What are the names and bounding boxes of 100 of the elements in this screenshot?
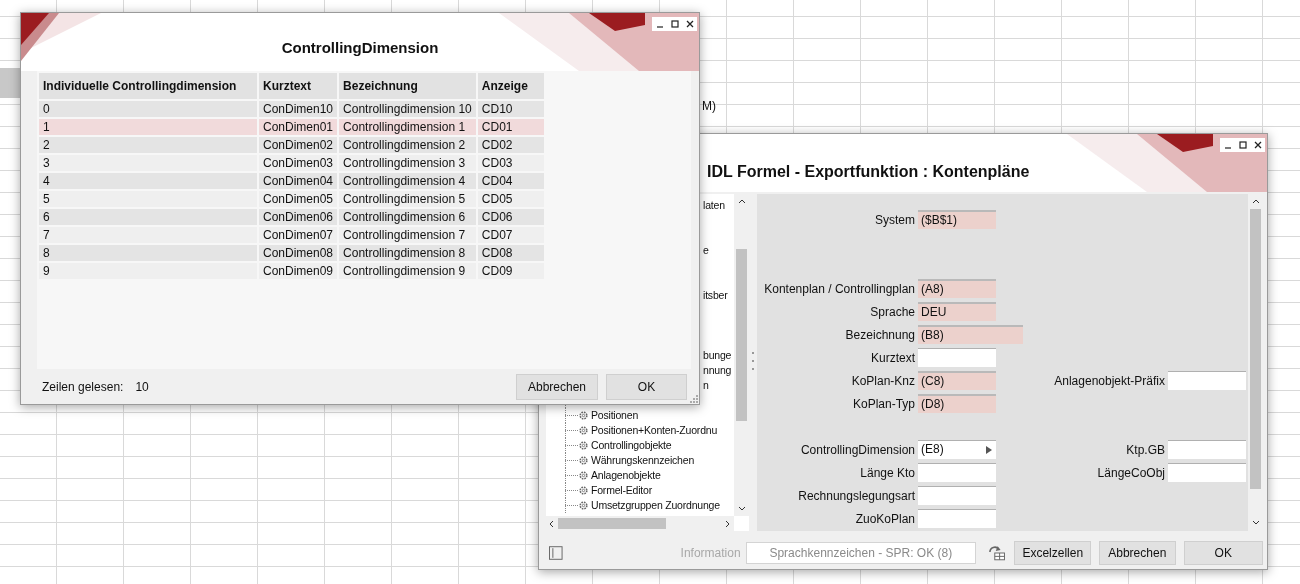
footer-button[interactable]: Abbrechen <box>1099 541 1176 565</box>
table-cell: 2 <box>39 137 257 153</box>
input-field[interactable]: (B8) <box>918 325 1023 344</box>
table-cell: CD07 <box>477 227 544 243</box>
spreadsheet-icon[interactable] <box>988 545 1006 561</box>
input-field[interactable]: DEU <box>918 302 996 321</box>
close-button[interactable] <box>682 17 697 31</box>
splitter-handle[interactable] <box>752 352 755 370</box>
table-cell: CD08 <box>477 245 544 261</box>
scrollbar[interactable] <box>546 516 734 531</box>
gear-icon <box>578 425 589 436</box>
dialog-button[interactable]: Abbrechen <box>516 374 598 400</box>
table-row[interactable]: 2 ConDimen02 Controllingdimension 2 CD02 <box>39 137 544 153</box>
tree-item[interactable]: n <box>703 378 709 393</box>
table-cell: Controllingdimension 8 <box>339 245 476 261</box>
maximize-icon <box>1238 141 1247 149</box>
dialog-title: ControllingDimension <box>280 38 440 58</box>
input-field[interactable]: (A8) <box>918 279 996 298</box>
maximize-button[interactable] <box>667 17 682 31</box>
input-field[interactable] <box>1168 440 1246 459</box>
scroll-up-icon[interactable] <box>1252 199 1260 204</box>
column-header[interactable]: Bezeichnung <box>339 73 476 99</box>
input-field[interactable] <box>1168 371 1246 390</box>
table-cell: ConDimen05 <box>259 191 338 207</box>
column-header[interactable]: Kurztext <box>259 73 338 99</box>
field-label: Kurztext <box>870 349 915 367</box>
arrow-icon <box>986 446 992 454</box>
tree-item[interactable]: Controllingobjekte <box>591 438 672 453</box>
table-row[interactable]: 4 ConDimen04 Controllingdimension 4 CD04 <box>39 173 544 189</box>
close-button[interactable] <box>1250 138 1265 152</box>
panel-icon[interactable] <box>549 546 563 560</box>
input-field[interactable] <box>1168 463 1246 482</box>
tree-item[interactable]: Formel-Editor <box>591 483 652 498</box>
table-row[interactable]: 9 ConDimen09 Controllingdimension 9 CD09 <box>39 263 544 279</box>
scroll-down-icon[interactable] <box>1252 520 1260 525</box>
field-label: LängeCoObj <box>1096 464 1165 482</box>
resize-grip[interactable] <box>690 395 698 403</box>
tree-item[interactable]: Positionen <box>591 408 639 423</box>
input-field[interactable] <box>918 486 996 505</box>
table-row[interactable]: 0 ConDimen10 Controllingdimension 10 CD10 <box>39 101 544 117</box>
tree-item[interactable]: laten <box>703 198 725 213</box>
table-cell: CD01 <box>477 119 544 135</box>
table-row[interactable]: 1 ConDimen01 Controllingdimension 1 CD01 <box>39 119 544 135</box>
table-cell: Controllingdimension 3 <box>339 155 476 171</box>
tree-item[interactable]: itsber <box>703 288 728 303</box>
input-field[interactable]: ($B$1) <box>918 210 996 229</box>
scroll-right-icon[interactable] <box>725 520 730 528</box>
table-row[interactable]: 5 ConDimen05 Controllingdimension 5 CD05 <box>39 191 544 207</box>
field-label: Kontenplan / Controllingplan <box>763 280 915 298</box>
tree-item[interactable]: Umsetzgruppen Zuordnunge <box>591 498 720 513</box>
table-cell: 3 <box>39 155 257 171</box>
footer-button[interactable]: Excelzellen <box>1014 541 1091 565</box>
table-row[interactable]: 8 ConDimen08 Controllingdimension 8 CD08 <box>39 245 544 261</box>
input-field[interactable] <box>918 463 996 482</box>
close-icon <box>685 20 694 28</box>
tree-item[interactable]: Währungskennzeichen <box>591 453 694 468</box>
scrollbar[interactable] <box>1248 194 1263 531</box>
field-label: Sprache <box>869 303 915 321</box>
table-cell: ConDimen10 <box>259 101 338 117</box>
status-label: Zeilen gelesen: <box>42 379 124 396</box>
input-field[interactable] <box>918 348 996 367</box>
footer-button[interactable]: OK <box>1183 541 1263 565</box>
table-cell: ConDimen01 <box>259 119 338 135</box>
tree-item[interactable]: Anlagenobjekte <box>591 468 661 483</box>
field-label: ZuoKoPlan <box>854 510 915 528</box>
gear-icon <box>578 455 589 466</box>
gear-icon <box>578 410 589 421</box>
scrollbar[interactable] <box>734 194 749 516</box>
tree-item[interactable]: e <box>703 243 709 258</box>
info-label: Information <box>680 545 741 562</box>
scroll-down-icon[interactable] <box>738 506 746 511</box>
table-cell: 4 <box>39 173 257 189</box>
scroll-left-icon[interactable] <box>549 520 554 528</box>
column-header[interactable]: Anzeige <box>477 73 544 99</box>
table-cell: Controllingdimension 5 <box>339 191 476 207</box>
table-row[interactable]: 3 ConDimen03 Controllingdimension 3 CD03 <box>39 155 544 171</box>
table-row[interactable]: 6 ConDimen06 Controllingdimension 6 CD06 <box>39 209 544 225</box>
tree-item[interactable]: Positionen+Konten-Zuordnu <box>591 423 718 438</box>
field-label: System <box>874 211 915 229</box>
field-label: Länge Kto <box>859 464 915 482</box>
input-field[interactable]: (C8) <box>918 371 996 390</box>
minimize-button[interactable] <box>1220 138 1235 152</box>
maximize-button[interactable] <box>1235 138 1250 152</box>
table-cell: CD05 <box>477 191 544 207</box>
scroll-up-icon[interactable] <box>738 199 746 204</box>
input-field[interactable]: (D8) <box>918 394 996 413</box>
selected-cell <box>0 68 20 98</box>
table-cell: 8 <box>39 245 257 261</box>
tree-item[interactable]: bunge <box>703 348 732 363</box>
gear-icon <box>578 485 589 496</box>
dialog-button[interactable]: OK <box>606 374 687 400</box>
table-row[interactable]: 7 ConDimen07 Controllingdimension 7 CD07 <box>39 227 544 243</box>
minimize-button[interactable] <box>652 17 667 31</box>
field-label: Anlagenobjekt-Präfix <box>1053 372 1165 390</box>
input-field[interactable] <box>918 509 996 528</box>
tree-item[interactable]: nnung <box>703 363 732 378</box>
table-cell: Controllingdimension 10 <box>339 101 476 117</box>
table-cell: Controllingdimension 2 <box>339 137 476 153</box>
input-field[interactable]: (E8) <box>918 440 996 459</box>
column-header[interactable]: Individuelle Controllingdimension <box>39 73 257 99</box>
